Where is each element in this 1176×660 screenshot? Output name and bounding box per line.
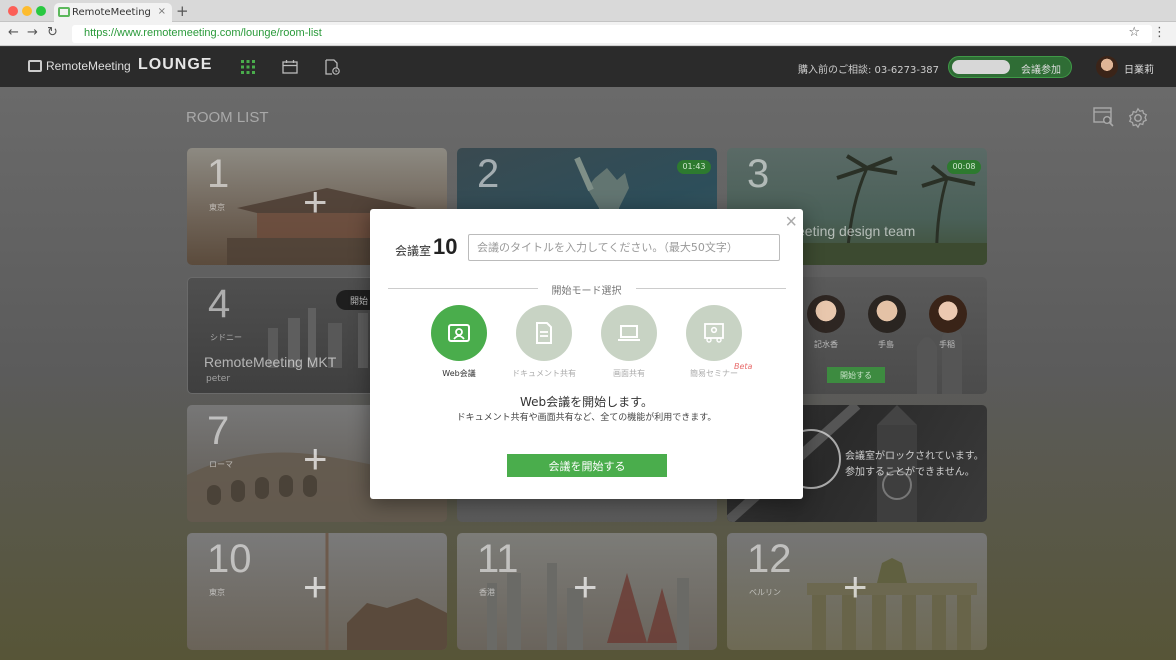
room-card-11[interactable]: 11 香港 + [457,533,717,650]
mode-label: ドキュメント共有 [512,369,576,378]
create-room-plus-icon[interactable]: + [303,563,328,611]
minimize-window-icon[interactable] [22,6,32,16]
room-number: 10 [207,537,252,581]
browser-tabbar: RemoteMeeting × + [0,0,1176,22]
new-tab-button[interactable]: + [176,2,189,20]
meeting-timer-badge: 01:43 [677,160,711,174]
close-window-icon[interactable] [8,6,18,16]
room-title: eeting design team [797,223,916,239]
tab-close-icon[interactable]: × [158,6,166,17]
video-conference-icon [448,324,470,342]
page-title: ROOM LIST [186,109,269,126]
member-avatar [807,295,845,333]
room-start-button[interactable]: 開始する [827,367,885,383]
room-number: 11 [477,537,519,581]
member-name: 手稲 [939,340,955,349]
seminar-icon [704,323,724,343]
laptop-screen-icon [618,325,640,341]
calendar-icon[interactable] [282,59,298,75]
bookmark-star-icon[interactable]: ☆ [1128,25,1140,40]
maximize-window-icon[interactable] [36,6,46,16]
reload-icon[interactable]: ↻ [47,25,58,40]
history-document-icon[interactable] [324,59,340,75]
tab-title: RemoteMeeting [72,7,151,18]
mode-description: Web会議を開始します。 [520,395,653,409]
mode-seminar-button[interactable] [686,305,742,361]
room-title: RemoteMeeting MKT [204,354,337,370]
room-city: ローマ [209,460,233,469]
brand-logo-icon [28,60,42,72]
room-city: 東京 [209,588,225,597]
room-number: 12 [747,537,792,581]
member-name: 記水香 [814,340,838,349]
meeting-title-input[interactable] [468,234,780,261]
room-12-photo [807,558,977,650]
room-number: 1 [207,152,230,196]
member-name: 手島 [878,340,894,349]
room-number: 4 [208,282,231,326]
mode-description-detail: ドキュメント共有や画面共有など、全ての機能が利用できます。 [456,413,717,423]
dialog-room-number: 10 [433,234,458,259]
user-avatar[interactable] [1096,56,1118,78]
start-meeting-dialog: × 会議室 10 開始モード選択 Web会議 ドキュメント共有 画面共有 簡易セ… [370,209,803,499]
room-number: 2 [477,152,500,196]
join-meeting-label: 会議参加 [1021,65,1061,76]
forward-icon[interactable]: → [27,25,38,40]
member-avatar [868,295,906,333]
remotemeeting-logo-icon [58,7,70,17]
mode-web-meeting-button[interactable] [431,305,487,361]
room-owner: peter [206,374,231,384]
room-card-12[interactable]: 12 ベルリン + [727,533,987,650]
room-card-10[interactable]: 10 東京 + [187,533,447,650]
create-room-plus-icon[interactable]: + [303,178,328,226]
create-room-plus-icon[interactable]: + [843,563,868,611]
url-input[interactable]: https://www.remotemeeting.com/lounge/roo… [72,25,1152,43]
room-city: ベルリン [749,588,781,597]
contact-phone: 購入前のご相談: 03-6273-387 [798,65,940,76]
create-room-plus-icon[interactable]: + [573,563,598,611]
join-code-field[interactable] [952,60,1010,74]
brand-name: RemoteMeeting [46,59,131,73]
section-title: LOUNGE [138,56,213,73]
member-avatar [929,295,967,333]
document-icon [536,322,552,344]
create-room-plus-icon[interactable]: + [303,435,328,483]
user-name[interactable]: 日業莉 [1124,61,1154,76]
browser-menu-icon[interactable]: ⋮ [1153,25,1166,40]
start-meeting-button[interactable]: 会議を開始する [507,454,667,477]
mode-section-label: 開始モード選択 [551,286,622,297]
dialog-close-icon[interactable]: × [785,211,797,234]
meeting-timer-badge: 00:08 [947,160,981,174]
join-meeting-button[interactable]: 会議参加 [948,56,1072,78]
room-city: シドニー [210,333,242,342]
mode-label: 画面共有 [613,369,645,378]
settings-gear-icon[interactable] [1127,107,1149,129]
room-city: 東京 [209,203,225,212]
mode-document-share-button[interactable] [516,305,572,361]
mode-label: Web会議 [442,369,476,378]
room-label: 会議室 [395,244,432,258]
app-header: RemoteMeeting LOUNGE 購入前のご相談: 03-6273-38… [0,47,1176,87]
address-bar: ← → ↻ https://www.remotemeeting.com/loun… [0,22,1176,46]
back-icon[interactable]: ← [8,25,19,40]
mode-screen-share-button[interactable] [601,305,657,361]
beta-badge: Beta [734,362,753,371]
grid-view-icon[interactable] [240,59,256,75]
browser-tab[interactable]: RemoteMeeting × [54,3,172,22]
room-number: 3 [747,152,770,196]
room-search-icon[interactable] [1093,107,1115,127]
room-number: 7 [207,409,230,453]
room-city: 香港 [479,588,495,597]
locked-message: 会議室がロックされています。 参加することができません。 [845,451,984,478]
